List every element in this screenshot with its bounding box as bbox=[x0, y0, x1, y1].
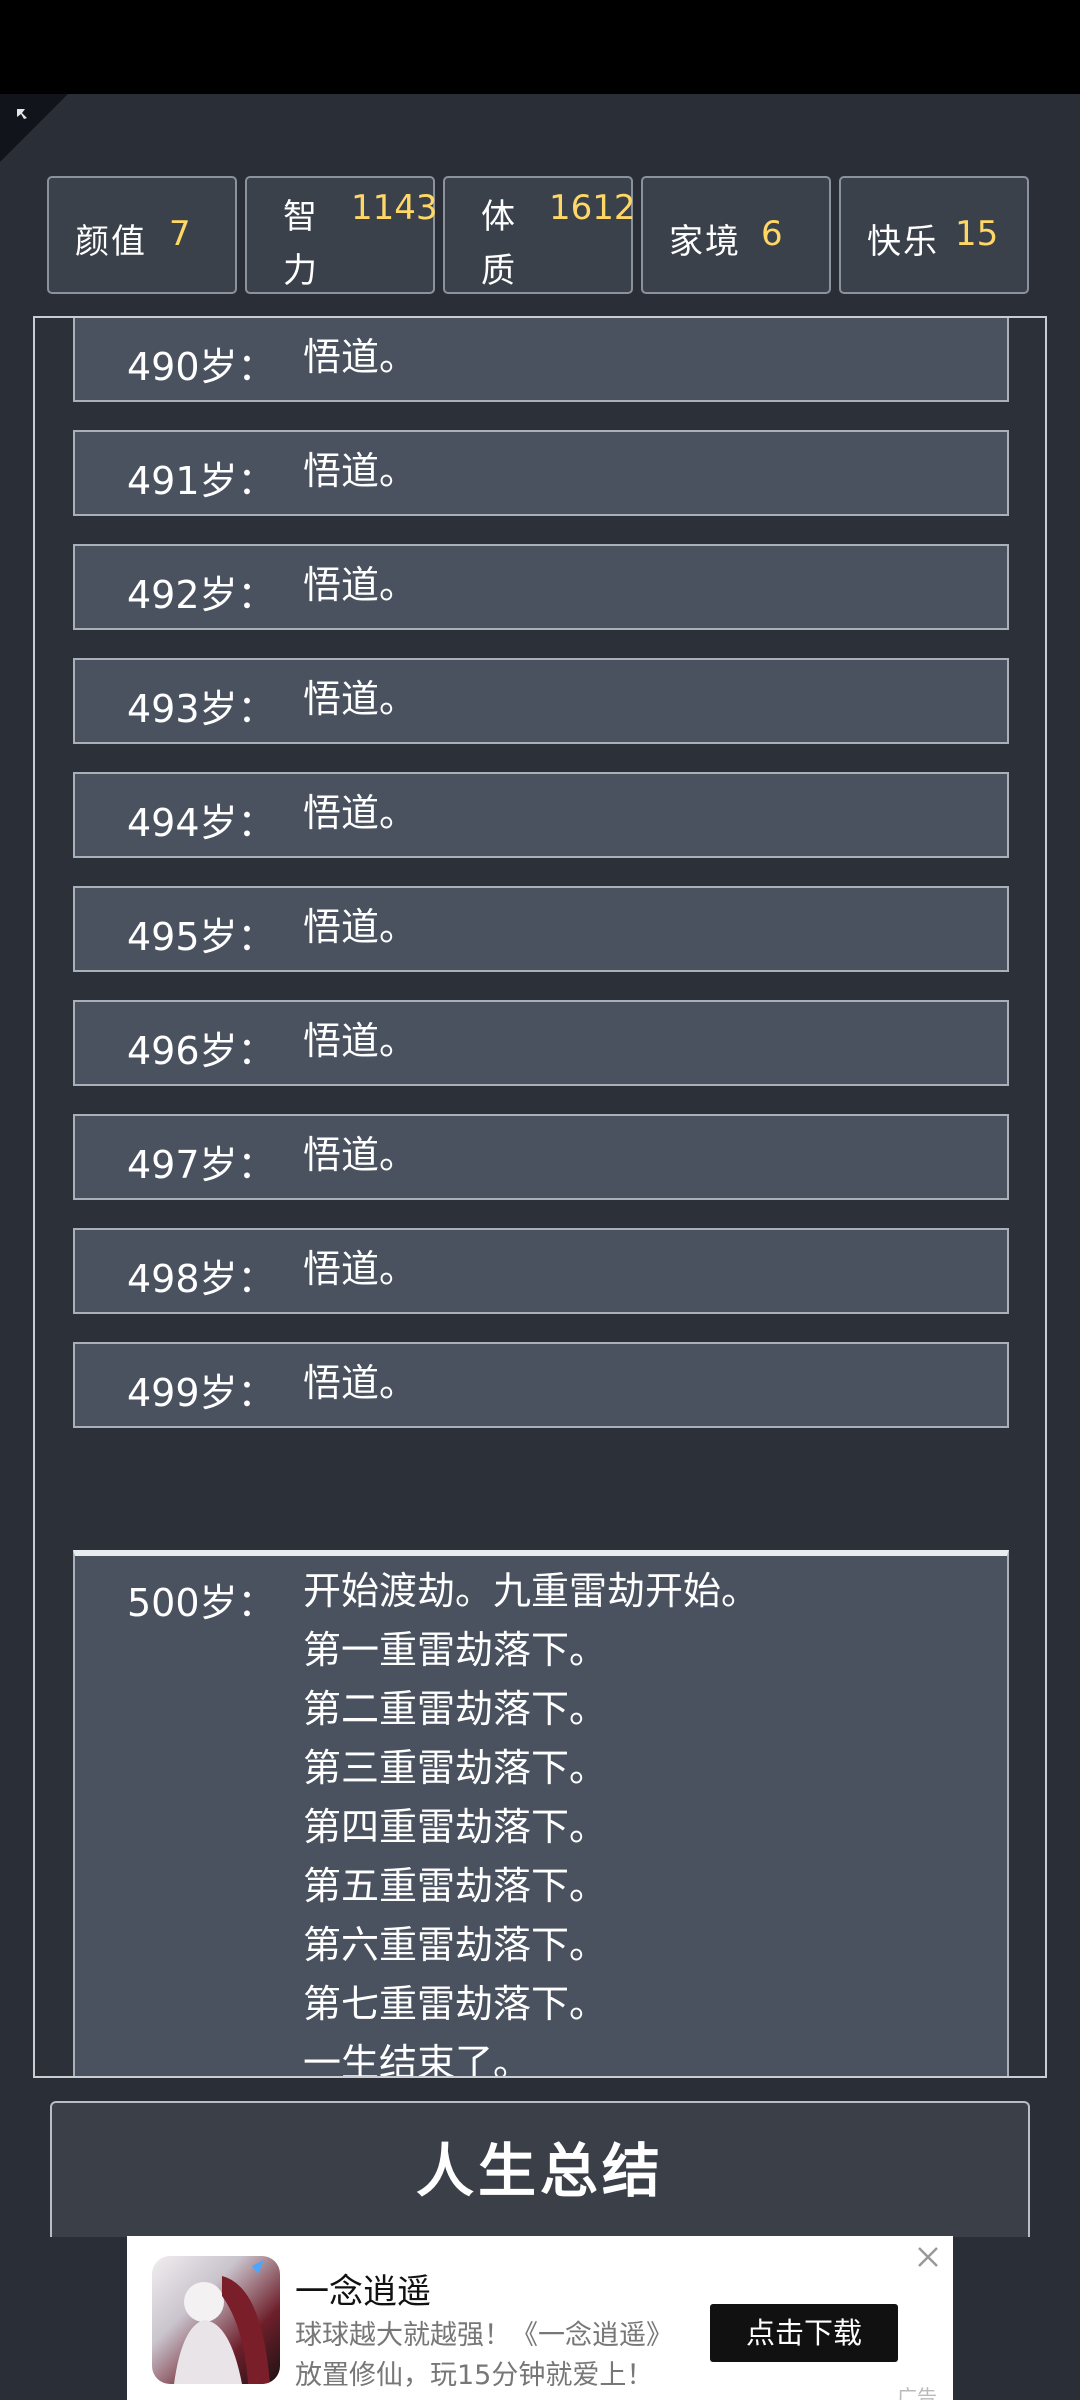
ad-banner[interactable]: 一念逍遥 球球越大就越强！《一念逍遥》 放置修仙，玩15分钟就爱上！ 点击下载 … bbox=[127, 2236, 953, 2400]
attribute-bar: 颜值 7 智力 1143 体质 1612 家境 6 快乐 15 bbox=[47, 176, 1033, 294]
stat-family: 家境 6 bbox=[641, 176, 831, 294]
log-age: 490岁： bbox=[127, 345, 276, 389]
log-text: 悟道。 bbox=[303, 1019, 418, 1063]
stat-value: 1612 bbox=[549, 188, 636, 228]
ad-label: 广告 bbox=[897, 2385, 937, 2400]
game-character-icon bbox=[174, 2260, 270, 2384]
log-entry: 490岁： 悟道。 bbox=[73, 318, 1009, 402]
log-text: 悟道。 bbox=[303, 1133, 418, 1177]
stat-happiness: 快乐 15 bbox=[839, 176, 1029, 294]
log-entry: 492岁： 悟道。 bbox=[73, 544, 1009, 630]
log-age: 498岁： bbox=[127, 1257, 276, 1301]
stat-appearance: 颜值 7 bbox=[47, 176, 237, 294]
log-entry: 499岁： 悟道。 bbox=[73, 1342, 1009, 1428]
log-text: 悟道。 bbox=[303, 1361, 418, 1405]
ad-description: 球球越大就越强！《一念逍遥》 放置修仙，玩15分钟就爱上！ bbox=[295, 2316, 673, 2396]
stat-label: 智力 bbox=[283, 197, 317, 291]
log-text: 悟道。 bbox=[303, 1247, 418, 1291]
ad-app-icon[interactable] bbox=[152, 2256, 280, 2384]
corner-tab[interactable] bbox=[0, 94, 68, 162]
stat-label: 体质 bbox=[481, 197, 515, 291]
log-entry: 498岁： 悟道。 bbox=[73, 1228, 1009, 1314]
log-text: 悟道。 bbox=[303, 335, 418, 379]
log-entry: 497岁： 悟道。 bbox=[73, 1114, 1009, 1200]
ad-download-button[interactable]: 点击下载 bbox=[710, 2304, 898, 2362]
log-entry: 491岁： 悟道。 bbox=[73, 430, 1009, 516]
stat-value: 6 bbox=[761, 214, 783, 254]
log-age: 497岁： bbox=[127, 1143, 276, 1187]
stat-value: 15 bbox=[955, 214, 999, 254]
life-summary-button[interactable]: 人生总结 bbox=[50, 2101, 1030, 2237]
log-text: 悟道。 bbox=[303, 563, 418, 607]
ad-title: 一念逍遥 bbox=[295, 2272, 431, 2312]
log-entry: 493岁： 悟道。 bbox=[73, 658, 1009, 744]
stat-value: 7 bbox=[169, 214, 191, 254]
pin-icon bbox=[17, 109, 27, 119]
log-age: 499岁： bbox=[127, 1371, 276, 1415]
close-icon[interactable] bbox=[913, 2242, 943, 2272]
log-age: 495岁： bbox=[127, 915, 276, 959]
ad-desc-line: 放置修仙，玩15分钟就爱上！ bbox=[295, 2360, 654, 2391]
log-entry-final: 500岁： 开始渡劫。九重雷劫开始。 第一重雷劫落下。 第二重雷劫落下。 第三重… bbox=[73, 1550, 1009, 2078]
log-age: 500岁： bbox=[127, 1581, 276, 1625]
log-text: 悟道。 bbox=[303, 905, 418, 949]
log-age: 493岁： bbox=[127, 687, 276, 731]
log-age: 494岁： bbox=[127, 801, 276, 845]
log-age: 492岁： bbox=[127, 573, 276, 617]
stat-value: 1143 bbox=[351, 188, 438, 228]
log-text: 悟道。 bbox=[303, 449, 418, 493]
log-entry: 495岁： 悟道。 bbox=[73, 886, 1009, 972]
stat-constitution: 体质 1612 bbox=[443, 176, 636, 294]
stat-intelligence: 智力 1143 bbox=[245, 176, 438, 294]
log-text: 悟道。 bbox=[303, 791, 418, 835]
stat-label: 快乐 bbox=[867, 222, 939, 262]
log-age: 491岁： bbox=[127, 459, 276, 503]
log-text: 开始渡劫。九重雷劫开始。 第一重雷劫落下。 第二重雷劫落下。 第三重雷劫落下。 … bbox=[303, 1569, 760, 2078]
game-screen: 颜值 7 智力 1143 体质 1612 家境 6 快乐 15 490岁： 悟道… bbox=[0, 94, 1080, 2400]
ad-desc-line: 球球越大就越强！《一念逍遥》 bbox=[295, 2320, 673, 2351]
log-entry: 496岁： 悟道。 bbox=[73, 1000, 1009, 1086]
log-text: 悟道。 bbox=[303, 677, 418, 721]
stat-label: 家境 bbox=[669, 222, 741, 262]
log-entry: 494岁： 悟道。 bbox=[73, 772, 1009, 858]
life-log-panel[interactable]: 490岁： 悟道。 491岁： 悟道。 492岁： 悟道。 493岁： 悟道。 … bbox=[33, 316, 1047, 2078]
stat-label: 颜值 bbox=[75, 222, 147, 262]
log-age: 496岁： bbox=[127, 1029, 276, 1073]
